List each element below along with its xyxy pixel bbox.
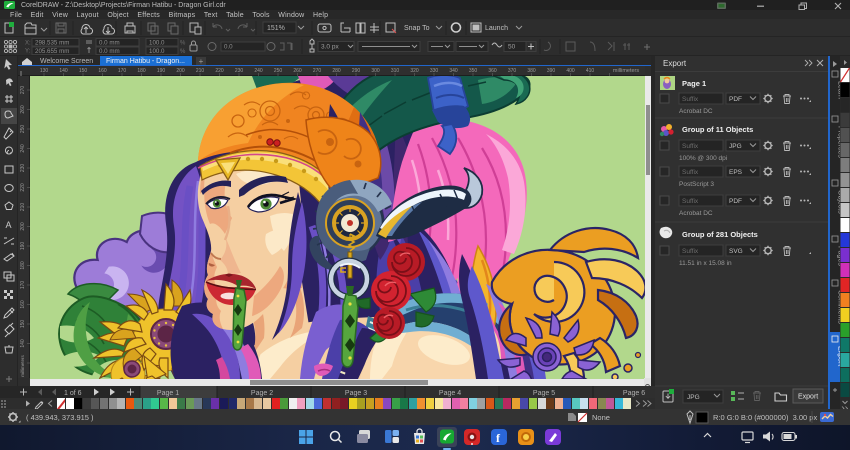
svg-text:Acrobat DC: Acrobat DC	[679, 210, 713, 217]
svg-text:Suffix: Suffix	[682, 198, 699, 205]
svg-text:Page 5: Page 5	[533, 390, 555, 397]
svg-text:Suffix: Suffix	[682, 96, 699, 103]
svg-text:210: 210	[20, 203, 26, 212]
svg-text:JPG: JPG	[729, 143, 742, 150]
svg-text:50: 50	[508, 44, 516, 51]
svg-text:Page 6: Page 6	[623, 390, 645, 397]
svg-text:Snap To: Snap To	[404, 25, 430, 32]
svg-text:11.51 in x 15.08 in: 11.51 in x 15.08 in	[679, 260, 732, 267]
svg-text:Suffix: Suffix	[682, 169, 699, 176]
svg-text:R:0 G:0 B:0 (#000000) 3.00 px: R:0 G:0 B:0 (#000000) 3.00 px	[713, 413, 817, 422]
svg-text:Acrobat DC: Acrobat DC	[679, 108, 713, 115]
svg-text:Page 3: Page 3	[345, 390, 367, 397]
svg-text:PostScript 3: PostScript 3	[679, 181, 714, 188]
svg-text:Export: Export	[798, 394, 818, 401]
svg-text:240: 240	[20, 144, 26, 153]
svg-text:3.0 px: 3.0 px	[321, 44, 339, 51]
svg-text:200: 200	[20, 222, 26, 231]
svg-text:Page 2: Page 2	[251, 390, 273, 397]
svg-text:150: 150	[20, 320, 26, 329]
svg-text:0.0: 0.0	[224, 44, 233, 51]
svg-text:160: 160	[20, 300, 26, 309]
svg-text:JPG: JPG	[687, 394, 700, 401]
svg-text:Page 1: Page 1	[157, 390, 179, 397]
svg-text:Suffix: Suffix	[682, 248, 699, 255]
svg-text:0.0 mm: 0.0 mm	[99, 48, 120, 55]
svg-text:190: 190	[20, 242, 26, 251]
svg-text:Group of 281 Objects: Group of 281 Objects	[682, 230, 758, 239]
svg-text:270: 270	[20, 86, 26, 95]
svg-text:140: 140	[20, 339, 26, 348]
svg-text:Page 4: Page 4	[439, 390, 461, 397]
svg-text:Export: Export	[663, 59, 687, 68]
svg-text:230: 230	[20, 164, 26, 173]
svg-text:%: %	[180, 41, 186, 47]
svg-text:millimeters: millimeters	[613, 68, 640, 74]
svg-text:PDF: PDF	[729, 198, 742, 205]
svg-text:260: 260	[20, 105, 26, 114]
svg-text:220: 220	[20, 183, 26, 192]
svg-text:100.0: 100.0	[149, 40, 165, 47]
svg-text:%: %	[180, 49, 186, 55]
svg-text:298.535 mm: 298.535 mm	[35, 40, 69, 47]
svg-text:Y:: Y:	[25, 49, 31, 55]
svg-text:Launch: Launch	[485, 25, 508, 32]
svg-text:250: 250	[20, 125, 26, 134]
svg-text:PDF: PDF	[729, 96, 742, 103]
svg-text:0.0 mm: 0.0 mm	[99, 40, 120, 47]
svg-text:Page 1: Page 1	[682, 79, 706, 88]
svg-text:A: A	[6, 220, 12, 230]
svg-text:Suffix: Suffix	[682, 143, 699, 150]
svg-text:100.0: 100.0	[149, 48, 165, 55]
svg-text:100% @ 300 dpi: 100% @ 300 dpi	[679, 155, 727, 162]
svg-text:1 of 6: 1 of 6	[64, 390, 82, 397]
svg-text:170: 170	[20, 281, 26, 290]
svg-text:151%: 151%	[267, 25, 285, 32]
svg-text:( 439.943, 373.915 ): ( 439.943, 373.915 )	[26, 413, 94, 422]
svg-text:EPS: EPS	[729, 169, 743, 176]
svg-text:SVG: SVG	[729, 248, 743, 255]
svg-text:X:: X:	[25, 41, 31, 47]
svg-text:millimeters: millimeters	[20, 355, 25, 377]
svg-text:Group of 11 Objects: Group of 11 Objects	[682, 125, 753, 134]
svg-text:None: None	[592, 413, 610, 422]
svg-text:180: 180	[20, 261, 26, 270]
svg-text:205.655 mm: 205.655 mm	[35, 48, 69, 55]
